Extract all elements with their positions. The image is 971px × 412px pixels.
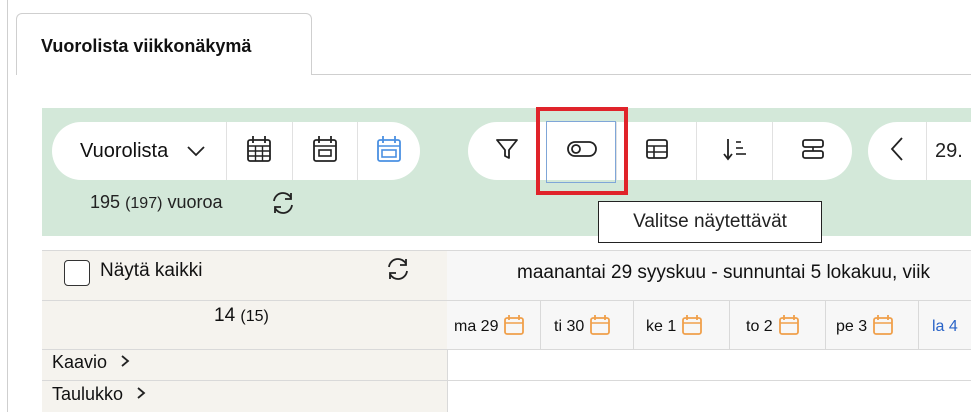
- day-divider: [633, 300, 634, 350]
- layout-button[interactable]: [772, 122, 852, 180]
- grid-top-line: [42, 250, 971, 251]
- month-calendar-button[interactable]: [226, 122, 291, 180]
- chevron-left-icon: [890, 136, 904, 167]
- day-divider: [825, 300, 826, 350]
- shift-count-value: 195: [90, 192, 121, 212]
- refresh-employees-button[interactable]: [385, 257, 411, 286]
- refresh-icon: [270, 192, 296, 219]
- day-header-la[interactable]: la 4: [932, 305, 958, 349]
- week-range-title: maanantai 29 syyskuu - sunnuntai 5 lokak…: [517, 262, 930, 283]
- chevron-down-icon: [186, 140, 206, 163]
- section-label: Taulukko: [52, 384, 124, 404]
- date-nav-pill: 29.: [868, 122, 971, 180]
- show-all-checkbox[interactable]: [64, 260, 90, 286]
- section-label: Kaavio: [52, 352, 108, 372]
- calendar-icon: [681, 314, 703, 341]
- sort-icon: [722, 137, 748, 166]
- view-select-dropdown[interactable]: Vuorolista: [52, 122, 226, 180]
- grid-line: [42, 349, 971, 350]
- tab-shift-week-view[interactable]: Vuorolista viikkonäkymä: [16, 13, 312, 75]
- grid-line: [42, 380, 971, 381]
- layout-icon: [800, 137, 826, 166]
- sort-button[interactable]: [696, 122, 772, 180]
- view-select-value: Vuorolista: [80, 139, 169, 162]
- date-field[interactable]: 29.: [926, 122, 971, 180]
- view-pill: Vuorolista: [52, 122, 420, 180]
- calendar-icon: [503, 314, 525, 341]
- chevron-right-icon: [120, 352, 130, 372]
- day-header-ma[interactable]: ma 29: [454, 305, 525, 349]
- day-label: ke 1: [646, 318, 677, 335]
- day-divider: [540, 300, 541, 350]
- day-header-ti[interactable]: ti 30: [554, 305, 611, 349]
- tools-pill: [468, 122, 852, 180]
- day-label: ti 30: [554, 318, 585, 335]
- shift-count: 195 (197) vuoroa: [90, 192, 222, 213]
- calendar-month-icon: [246, 135, 272, 168]
- section-kaavio[interactable]: Kaavio: [52, 352, 130, 373]
- previous-week-button[interactable]: [868, 122, 926, 180]
- date-value: 29.: [935, 139, 963, 162]
- day-calendar-button[interactable]: [356, 122, 420, 180]
- day-label: ma 29: [454, 318, 499, 335]
- calendar-day-icon: [376, 135, 402, 168]
- page-left-border: [7, 0, 8, 412]
- calendar-icon: [589, 314, 611, 341]
- calendar-icon: [778, 314, 800, 341]
- chevron-right-icon: [136, 384, 146, 404]
- employee-count: 14 (15): [214, 305, 269, 327]
- section-taulukko[interactable]: Taulukko: [52, 384, 146, 405]
- refresh-icon: [385, 258, 411, 285]
- calendar-week-icon: [312, 135, 338, 168]
- calendar-icon: [872, 314, 894, 341]
- filter-button[interactable]: [468, 122, 546, 180]
- refresh-shifts-button[interactable]: [270, 191, 296, 220]
- day-header-to[interactable]: to 2: [746, 305, 800, 349]
- grid-line: [42, 300, 971, 301]
- employee-count-value: 14: [214, 305, 236, 326]
- tooltip: Valitse näytettävät: [598, 201, 822, 243]
- filter-icon: [495, 137, 519, 166]
- day-label: to 2: [746, 318, 773, 335]
- table-view-button[interactable]: [616, 122, 696, 180]
- day-label: la 4: [932, 318, 958, 335]
- table-icon: [645, 138, 669, 165]
- day-header-pe[interactable]: pe 3: [836, 305, 894, 349]
- employee-count-total: (15): [240, 308, 269, 325]
- show-all-label: Näytä kaikki: [100, 260, 203, 281]
- toolbar: Vuorolista 29. 195 (197) vuoroa: [42, 108, 971, 236]
- day-divider: [918, 300, 919, 350]
- shift-count-suffix: vuoroa: [167, 192, 223, 212]
- highlight-annotation: [536, 107, 628, 195]
- tab-label: Vuorolista viikkonäkymä: [41, 36, 252, 56]
- day-label: pe 3: [836, 318, 868, 335]
- shift-count-total: (197): [125, 195, 163, 212]
- day-header-ke[interactable]: ke 1: [646, 305, 703, 349]
- tab-strip-divider: [312, 74, 971, 75]
- day-divider: [729, 300, 730, 350]
- week-calendar-button[interactable]: [291, 122, 357, 180]
